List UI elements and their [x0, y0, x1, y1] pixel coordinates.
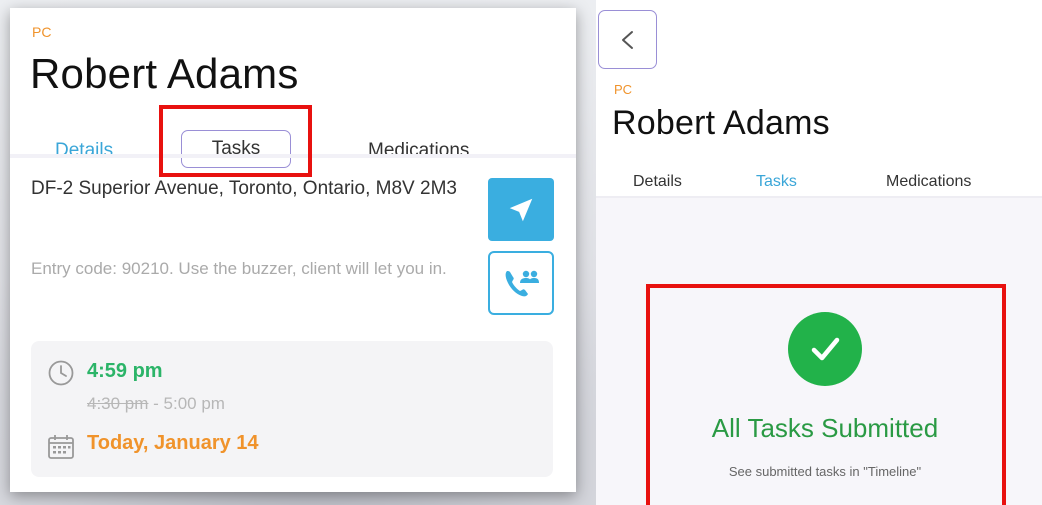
tab-details[interactable]: Details — [55, 140, 113, 162]
client-name-title: Robert Adams — [612, 104, 830, 142]
navigate-button[interactable] — [488, 178, 554, 241]
back-chevron-icon — [621, 30, 633, 49]
tab-medications[interactable]: Medications — [886, 173, 971, 191]
calendar-icon — [48, 435, 74, 459]
tab-tasks[interactable]: Tasks — [756, 173, 797, 191]
actual-visit-time: 4:59 pm — [87, 360, 163, 382]
role-tag: PC — [32, 24, 52, 40]
tasks-tab-highlight — [159, 105, 312, 177]
role-tag: PC — [614, 82, 633, 97]
tab-details[interactable]: Details — [633, 173, 682, 191]
navigate-arrow-icon — [509, 198, 533, 221]
tab-medications[interactable]: Medications — [368, 140, 469, 162]
header-area — [596, 0, 1042, 197]
scheduled-time-range: 4:30 pm - 5:00 pm — [87, 394, 225, 414]
submitted-status-highlight — [646, 284, 1006, 505]
client-tasks-screen-right: PC Robert Adams Details Tasks Medication… — [596, 0, 1042, 505]
screenshot-stage: PC Robert Adams Details Tasks Medication… — [0, 0, 1042, 505]
client-visit-screen-left: PC Robert Adams Details Tasks Medication… — [10, 8, 576, 492]
scheduled-start-time: 4:30 pm — [87, 394, 149, 413]
call-contacts-button[interactable] — [488, 251, 554, 315]
scheduled-end-time: 5:00 pm — [163, 394, 225, 413]
time-range-separator: - — [148, 394, 164, 413]
clock-icon — [48, 360, 74, 386]
client-name-title: Robert Adams — [30, 50, 299, 97]
entry-instructions: Entry code: 90210. Use the buzzer, clien… — [31, 259, 447, 278]
visit-date: Today, January 14 — [87, 432, 259, 454]
client-address: DF-2 Superior Avenue, Toronto, Ontario, … — [31, 178, 457, 199]
back-button[interactable] — [598, 10, 657, 69]
phone-group-icon — [505, 270, 539, 297]
visit-time-card: 4:59 pm 4:30 pm - 5:00 pm Today, January… — [31, 341, 553, 477]
tab-divider — [596, 196, 1042, 198]
